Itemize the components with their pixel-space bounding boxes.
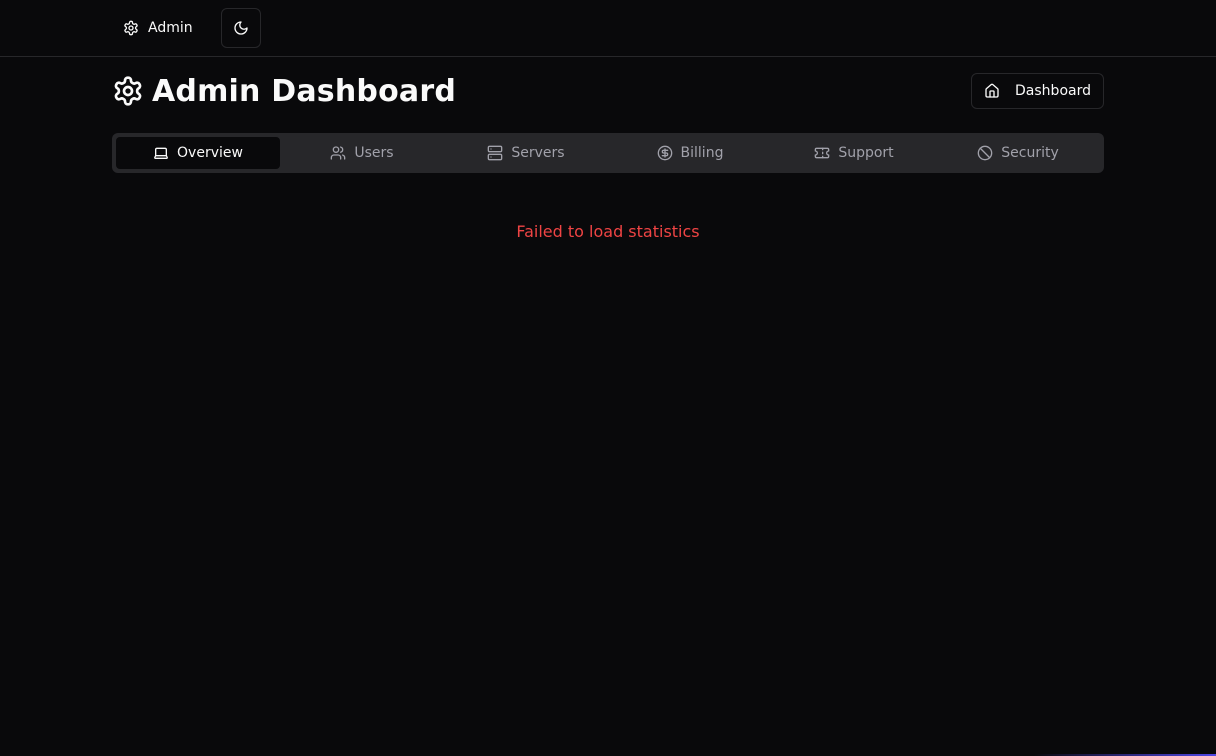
home-icon [984, 83, 1000, 99]
admin-nav-link[interactable]: Admin [113, 12, 203, 44]
theme-toggle-button[interactable] [221, 8, 261, 48]
admin-tabs: Overview Users Servers Billing Support S… [112, 133, 1104, 173]
moon-icon [233, 20, 249, 36]
tab-servers[interactable]: Servers [444, 137, 608, 169]
ban-icon [977, 145, 993, 161]
page-header: Admin Dashboard Dashboard [112, 72, 1104, 110]
tab-label: Billing [680, 145, 724, 161]
error-message: Failed to load statistics [516, 222, 700, 241]
server-icon [487, 145, 503, 161]
page-title: Admin Dashboard [152, 73, 456, 109]
users-icon [330, 145, 346, 161]
ticket-icon [814, 145, 830, 161]
tab-label: Support [838, 145, 894, 161]
dollar-circle-icon [657, 145, 673, 161]
top-bar: Admin [0, 0, 1216, 57]
gear-icon [112, 75, 144, 107]
laptop-icon [153, 145, 169, 161]
tab-support[interactable]: Support [772, 137, 936, 169]
dashboard-button-label: Dashboard [1015, 83, 1091, 99]
admin-nav-label: Admin [148, 20, 193, 36]
gear-icon [123, 20, 139, 36]
tab-label: Overview [177, 145, 243, 161]
tab-label: Users [354, 145, 394, 161]
tab-users[interactable]: Users [280, 137, 444, 169]
tab-label: Servers [511, 145, 565, 161]
tab-overview[interactable]: Overview [116, 137, 280, 169]
tab-security[interactable]: Security [936, 137, 1100, 169]
dashboard-button[interactable]: Dashboard [971, 73, 1104, 109]
title-group: Admin Dashboard [112, 74, 456, 109]
tab-label: Security [1001, 145, 1059, 161]
tab-billing[interactable]: Billing [608, 137, 772, 169]
